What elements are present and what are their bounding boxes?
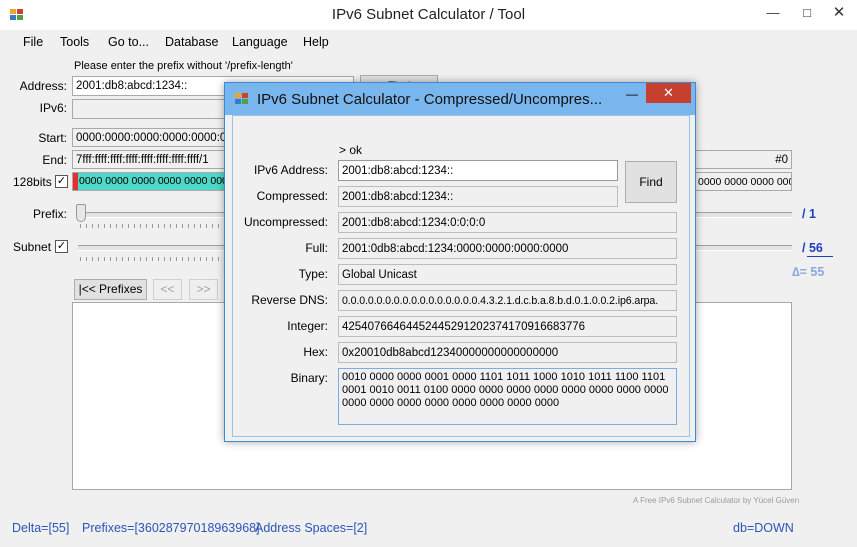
end-label: End:: [42, 153, 67, 167]
status-delta: Delta=[55]: [12, 521, 70, 535]
compressed-label: Compressed:: [256, 189, 328, 203]
bits-label: 128bits: [13, 175, 52, 189]
status-address-spaces: Address Spaces=[2]: [255, 521, 368, 535]
ipv6-label: IPv6:: [39, 101, 67, 115]
subnet-underline: [807, 256, 833, 257]
delta-value: ∆= 55: [792, 265, 825, 279]
address-label: Address:: [19, 79, 67, 93]
hex-field[interactable]: 0x20010db8abcd12340000000000000000: [338, 342, 677, 363]
full-label: Full:: [305, 241, 328, 255]
minimize-button[interactable]: —: [756, 0, 790, 26]
start-address-field[interactable]: 0000:0000:0000:0000:0000:0000: [72, 128, 232, 147]
binary-bits-text: 0000 0000 0000 0000 0000 0000 0000: [78, 173, 229, 190]
dialog-status: > ok: [339, 143, 363, 157]
ipv6-address-label: IPv6 Address:: [253, 163, 328, 177]
type-field[interactable]: Global Unicast: [338, 264, 677, 285]
prefix-value: / 1: [802, 207, 816, 221]
uncompressed-field[interactable]: 2001:db8:abcd:1234:0:0:0:0: [338, 212, 677, 233]
prefix-slider-thumb[interactable]: [76, 204, 86, 222]
subnet-slider-track[interactable]: [78, 245, 234, 251]
dialog-close-button[interactable]: ✕: [646, 83, 691, 103]
integer-field[interactable]: 42540766464452445291202374170916683776: [338, 316, 677, 337]
uncompressed-label: Uncompressed:: [243, 215, 328, 229]
full-field[interactable]: 2001:0db8:abcd:1234:0000:0000:0000:0000: [338, 238, 677, 259]
prefix-label: Prefix:: [32, 207, 67, 221]
subnet-value: / 56: [802, 241, 823, 255]
end-address-field[interactable]: 7fff:ffff:ffff:ffff:ffff:ffff:ffff:ffff/…: [72, 150, 232, 169]
integer-label: Integer:: [287, 319, 328, 333]
title-bar: IPv6 Subnet Calculator / Tool — □ ✕: [0, 0, 857, 30]
menu-tools[interactable]: Tools: [60, 35, 89, 49]
subnet-label: Subnet: [13, 240, 52, 254]
end-subnet-number: #0: [694, 150, 792, 169]
reverse-dns-field[interactable]: 0.0.0.0.0.0.0.0.0.0.0.0.0.0.0.0.4.3.2.1.…: [338, 290, 677, 311]
type-label: Type:: [298, 267, 328, 281]
maximize-button[interactable]: □: [790, 0, 824, 26]
dialog-body: > ok IPv6 Address: 2001:db8:abcd:1234:: …: [232, 115, 690, 437]
prefixes-first-button[interactable]: |<< Prefixes: [74, 279, 147, 300]
menu-help[interactable]: Help: [303, 35, 329, 49]
menu-language[interactable]: Language: [232, 35, 288, 49]
hex-label: Hex:: [303, 345, 328, 359]
binary-bits-tail: 0000 0000 0000 0000 0000: [694, 172, 792, 191]
dialog-minimize-button[interactable]: —: [622, 87, 642, 101]
window-title: IPv6 Subnet Calculator / Tool: [331, 6, 526, 23]
menu-database[interactable]: Database: [165, 35, 219, 49]
address-hint: Please enter the prefix without '/prefix…: [74, 60, 293, 72]
binary-field[interactable]: 0010 0000 0000 0001 0000 1101 1011 1000 …: [338, 368, 677, 425]
subnet-slider-track-right[interactable]: [694, 245, 792, 251]
prefix-slider-ticks: [80, 224, 230, 228]
start-label: Start:: [38, 131, 67, 145]
dialog-find-button[interactable]: Find: [625, 161, 677, 203]
dialog-app-icon[interactable]: [235, 93, 249, 105]
compressed-field[interactable]: 2001:db8:abcd:1234::: [338, 186, 618, 207]
subnet-slider-ticks: [80, 257, 230, 261]
menu-goto[interactable]: Go to...: [108, 35, 149, 49]
next-button[interactable]: >>: [189, 279, 218, 300]
menu-bar: File Tools Go to... Database Language He…: [0, 32, 857, 54]
subnet-checkbox[interactable]: ✓: [55, 240, 68, 253]
prefix-slider-track[interactable]: [78, 212, 234, 218]
prev-button[interactable]: <<: [153, 279, 182, 300]
bits-checkbox[interactable]: ✓: [55, 175, 68, 188]
status-db: db=DOWN: [733, 521, 794, 535]
status-bar: Delta=[55] Prefixes=[36028797018963968] …: [0, 515, 857, 547]
menu-file[interactable]: File: [23, 35, 43, 49]
prefix-slider-track-right[interactable]: [694, 212, 792, 218]
close-button[interactable]: ✕: [822, 0, 856, 26]
binary-bits-field[interactable]: 0000 0000 0000 0000 0000 0000 0000: [72, 172, 232, 191]
reverse-dns-label: Reverse DNS:: [251, 293, 328, 307]
compress-dialog: IPv6 Subnet Calculator - Compressed/Unco…: [224, 82, 696, 442]
ipv6-output: [72, 99, 232, 119]
binary-label: Binary:: [290, 371, 328, 385]
credit-text: A Free IPv6 Subnet Calculator by Yücel G…: [633, 496, 800, 505]
dialog-title-bar: IPv6 Subnet Calculator - Compressed/Unco…: [225, 83, 695, 115]
dialog-title: IPv6 Subnet Calculator - Compressed/Unco…: [257, 91, 603, 108]
ipv6-address-input[interactable]: 2001:db8:abcd:1234::: [338, 160, 618, 181]
status-prefixes: Prefixes=[36028797018963968]: [82, 521, 260, 535]
